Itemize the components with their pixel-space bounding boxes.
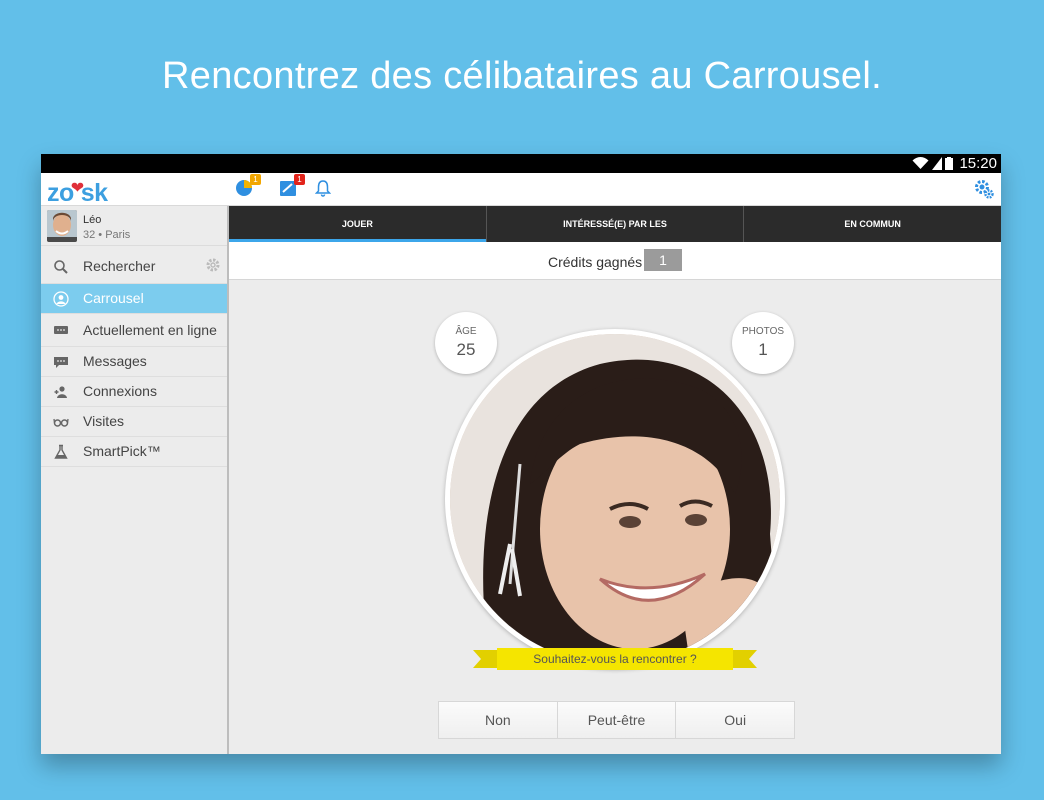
maybe-button[interactable]: Peut-être bbox=[557, 702, 677, 738]
flask-icon bbox=[54, 444, 68, 459]
headline: Rencontrez des célibataires au Carrousel… bbox=[162, 55, 882, 97]
profile-meta: 32 • Paris bbox=[83, 229, 131, 241]
photos-bubble[interactable]: PHOTOS 1 bbox=[732, 312, 794, 374]
messages-icon bbox=[54, 356, 68, 368]
question-text: Souhaitez-vous la rencontrer ? bbox=[533, 652, 697, 666]
wifi-icon bbox=[912, 157, 929, 169]
profile-summary[interactable]: Léo 32 • Paris bbox=[41, 206, 227, 246]
sidebar-item-label: Rechercher bbox=[83, 258, 156, 274]
profile-name: Léo bbox=[83, 214, 102, 226]
sidebar-item-visits[interactable]: Visites bbox=[41, 407, 227, 437]
status-time: 15:20 bbox=[959, 155, 997, 172]
carousel-card: ÂGE 25 PHOTOS 1 Souhaitez-vous la rencon… bbox=[229, 281, 1001, 754]
credits-label: Crédits gagnés bbox=[548, 254, 643, 270]
signal-icon bbox=[932, 157, 942, 170]
photos-value: 1 bbox=[758, 340, 768, 359]
avatar-face-icon bbox=[47, 210, 77, 242]
credits-bar: Crédits gagnés 1 bbox=[229, 242, 1001, 280]
search-icon bbox=[54, 259, 68, 274]
sidebar-item-online[interactable]: Actuellement en ligne bbox=[41, 314, 227, 347]
tab-bar: JOUER INTÉRESSÉ(E) PAR LES EN COMMUN bbox=[229, 206, 1001, 242]
answer-buttons: Non Peut-être Oui bbox=[438, 701, 795, 739]
question-ribbon: Souhaitez-vous la rencontrer ? bbox=[473, 648, 757, 670]
bell-icon bbox=[314, 180, 332, 197]
sidebar-item-smartpick[interactable]: SmartPick™ bbox=[41, 437, 227, 467]
profile-photo[interactable] bbox=[450, 334, 780, 664]
inbox-button[interactable]: 1 bbox=[279, 174, 305, 199]
tab-in-common[interactable]: EN COMMUN bbox=[744, 206, 1001, 242]
profile-photo-image bbox=[450, 334, 780, 664]
tab-play[interactable]: JOUER bbox=[229, 206, 487, 242]
credits-value: 1 bbox=[644, 249, 682, 271]
logo-text-left: zo bbox=[47, 179, 74, 207]
notifications-button[interactable] bbox=[314, 179, 335, 199]
app-bar: zo❤sk 1 1 bbox=[41, 173, 1001, 207]
battery-icon bbox=[945, 157, 953, 170]
age-label: ÂGE bbox=[455, 326, 477, 337]
zoosk-logo[interactable]: zo❤sk bbox=[47, 175, 108, 207]
tab-interested[interactable]: INTÉRESSÉ(E) PAR LES bbox=[487, 206, 745, 242]
status-icons bbox=[912, 156, 953, 171]
sidebar-item-label: Carrousel bbox=[83, 290, 144, 306]
sidebar-item-search[interactable]: Rechercher bbox=[41, 250, 227, 284]
glasses-icon bbox=[53, 418, 69, 427]
sidebar-item-connections[interactable]: Connexions bbox=[41, 377, 227, 407]
carousel-icon bbox=[53, 290, 69, 307]
profile-photo-frame bbox=[445, 329, 785, 669]
sidebar-item-messages[interactable]: Messages bbox=[41, 347, 227, 377]
sidebar-item-label: SmartPick™ bbox=[83, 443, 161, 459]
sidebar-item-label: Messages bbox=[83, 353, 147, 369]
sidebar-item-label: Connexions bbox=[83, 383, 157, 399]
coins-badge: 1 bbox=[250, 174, 261, 185]
tablet-screen: 15:20 zo❤sk 1 1 Léo 32 • Paris Recherche… bbox=[41, 154, 1001, 754]
sidebar-item-label: Visites bbox=[83, 413, 124, 429]
search-settings-gear-icon[interactable] bbox=[205, 257, 221, 273]
settings-gears-icon[interactable] bbox=[973, 178, 995, 200]
age-value: 25 bbox=[456, 340, 476, 359]
inbox-badge: 1 bbox=[294, 174, 305, 185]
avatar bbox=[47, 210, 77, 242]
no-button[interactable]: Non bbox=[439, 702, 558, 738]
age-bubble: ÂGE 25 bbox=[435, 312, 497, 374]
connections-icon bbox=[54, 385, 67, 398]
sidebar-item-carousel[interactable]: Carrousel bbox=[41, 284, 227, 314]
sidebar: Léo 32 • Paris Rechercher Carrousel Actu… bbox=[41, 206, 229, 754]
coins-button[interactable]: 1 bbox=[235, 174, 261, 199]
status-bar: 15:20 bbox=[41, 154, 1001, 173]
online-chat-icon bbox=[54, 326, 68, 334]
yes-button[interactable]: Oui bbox=[676, 702, 795, 738]
sidebar-item-label: Actuellement en ligne bbox=[83, 321, 217, 338]
logo-text-right: sk bbox=[80, 179, 108, 207]
photos-label: PHOTOS bbox=[741, 326, 785, 337]
